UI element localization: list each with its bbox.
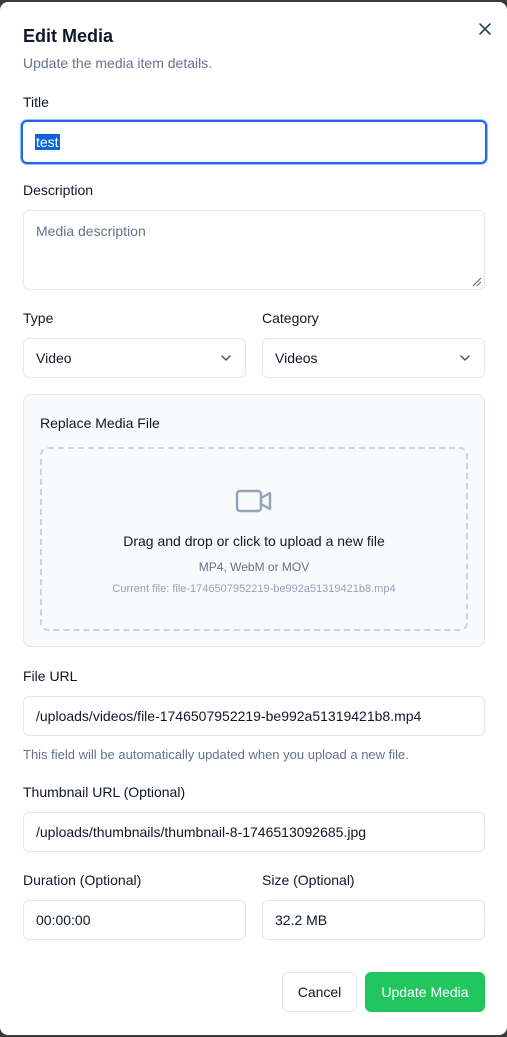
size-input[interactable]: 32.2 MB xyxy=(262,900,485,940)
file-url-label: File URL xyxy=(23,668,78,684)
type-select[interactable]: Video xyxy=(23,338,246,378)
replace-media-panel: Replace Media File Drag and drop or clic… xyxy=(23,394,485,647)
resize-handle-icon[interactable] xyxy=(470,275,482,287)
size-label: Size (Optional) xyxy=(262,872,355,888)
thumbnail-url-value: /uploads/thumbnails/thumbnail-8-17465130… xyxy=(36,824,367,840)
type-label: Type xyxy=(23,310,54,326)
dropzone-formats: MP4, WebM or MOV xyxy=(198,560,310,574)
edit-media-dialog: Edit Media Update the media item details… xyxy=(0,2,507,1035)
description-placeholder: Media description xyxy=(36,223,146,239)
title-input[interactable]: test xyxy=(21,120,487,164)
title-input-value: test xyxy=(35,134,60,150)
chevron-down-icon xyxy=(460,355,470,361)
replace-media-heading: Replace Media File xyxy=(40,415,160,431)
category-select-value: Videos xyxy=(275,350,318,366)
duration-value: 00:00:00 xyxy=(36,912,91,928)
dropzone-instructions: Drag and drop or click to upload a new f… xyxy=(123,533,385,549)
file-url-input[interactable]: /uploads/videos/file-1746507952219-be992… xyxy=(23,696,485,736)
close-button[interactable] xyxy=(474,18,496,40)
file-url-value: /uploads/videos/file-1746507952219-be992… xyxy=(36,708,422,724)
dropzone-current-file: Current file: file-1746507952219-be992a5… xyxy=(112,583,396,595)
close-icon xyxy=(479,23,491,35)
cancel-button[interactable]: Cancel xyxy=(282,972,357,1012)
file-url-hint: This field will be automatically updated… xyxy=(23,747,409,762)
type-select-value: Video xyxy=(36,350,72,366)
duration-label: Duration (Optional) xyxy=(23,872,142,888)
duration-input[interactable]: 00:00:00 xyxy=(23,900,246,940)
dialog-title: Edit Media xyxy=(23,26,114,46)
description-textarea[interactable]: Media description xyxy=(23,210,485,290)
description-label: Description xyxy=(23,182,94,198)
size-value: 32.2 MB xyxy=(275,912,328,928)
chevron-down-icon xyxy=(221,355,231,361)
thumbnail-url-label: Thumbnail URL (Optional) xyxy=(23,784,186,800)
category-select[interactable]: Videos xyxy=(262,338,485,378)
category-label: Category xyxy=(262,310,319,326)
dialog-subtitle: Update the media item details. xyxy=(23,55,213,71)
video-camera-icon xyxy=(235,489,272,513)
upload-dropzone[interactable]: Drag and drop or click to upload a new f… xyxy=(40,447,468,631)
title-label: Title xyxy=(23,94,49,110)
thumbnail-url-input[interactable]: /uploads/thumbnails/thumbnail-8-17465130… xyxy=(23,812,485,852)
update-media-button[interactable]: Update Media xyxy=(365,972,485,1012)
